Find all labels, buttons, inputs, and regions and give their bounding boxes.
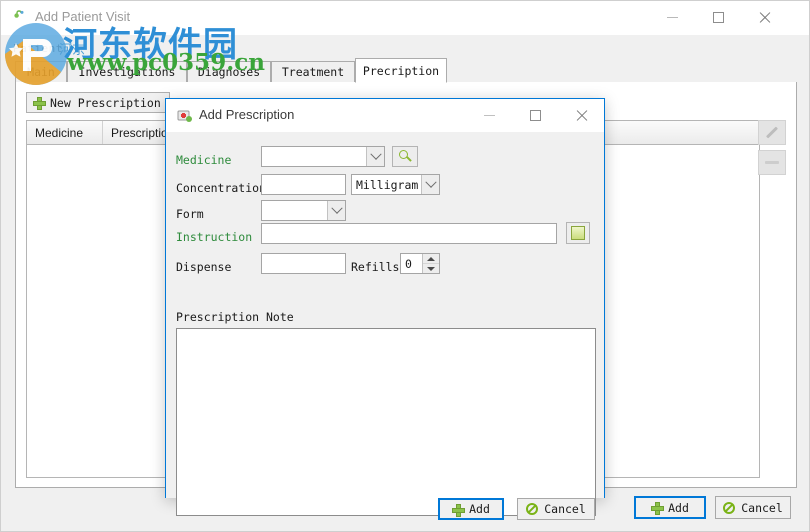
dialog-close-button[interactable] bbox=[558, 99, 604, 131]
chevron-down-icon[interactable] bbox=[421, 175, 439, 194]
tab-diagnoses[interactable]: Diagnoses bbox=[187, 61, 271, 83]
concentration-unit-value: Milligram bbox=[356, 177, 419, 192]
tab-treatment[interactable]: Treatment bbox=[271, 61, 355, 83]
main-window-title: Add Patient Visit bbox=[35, 9, 131, 24]
main-titlebar: Add Patient Visit bbox=[1, 1, 809, 35]
patient-label: Patient bbox=[13, 42, 63, 55]
instruction-label: Instruction bbox=[176, 230, 253, 244]
instruction-note-button[interactable] bbox=[566, 222, 590, 244]
main-cancel-label: Cancel bbox=[741, 500, 783, 515]
tab-main[interactable]: Main bbox=[15, 61, 67, 83]
dialog-add-button[interactable]: Add bbox=[438, 498, 504, 520]
form-combobox[interactable] bbox=[261, 200, 346, 221]
plus-icon bbox=[452, 503, 466, 517]
dialog-body: Medicine Concentration Milligram Form In… bbox=[166, 132, 604, 520]
maximize-button[interactable] bbox=[695, 1, 741, 33]
plus-icon bbox=[651, 502, 665, 515]
dialog-titlebar: Add Prescription bbox=[166, 99, 604, 132]
cancel-icon bbox=[526, 503, 539, 515]
spinner-down-icon[interactable] bbox=[423, 264, 439, 273]
close-icon bbox=[758, 11, 771, 24]
dispense-label: Dispense bbox=[176, 260, 232, 274]
refills-spinner[interactable]: 0 bbox=[400, 253, 440, 274]
new-prescription-label: New Prescription bbox=[50, 95, 161, 110]
dialog-cancel-label: Cancel bbox=[544, 502, 586, 516]
cancel-icon bbox=[723, 501, 736, 514]
minus-icon bbox=[765, 161, 779, 164]
magnifier-icon bbox=[398, 150, 412, 163]
grid-column-medicine[interactable]: Medicine bbox=[27, 121, 103, 144]
dialog-add-label: Add bbox=[469, 502, 490, 516]
form-label: Form bbox=[176, 207, 204, 221]
edit-button[interactable] bbox=[758, 120, 786, 145]
maximize-icon bbox=[712, 11, 724, 23]
dialog-title: Add Prescription bbox=[199, 107, 295, 122]
note-icon bbox=[571, 226, 585, 240]
medical-kit-icon bbox=[177, 108, 193, 124]
prescription-note-label: Prescription Note bbox=[176, 310, 294, 324]
refills-spinner-buttons[interactable] bbox=[422, 254, 439, 273]
dispense-input[interactable] bbox=[261, 253, 346, 274]
pencil-icon bbox=[765, 126, 779, 139]
watermark-short-name: 河东 bbox=[59, 43, 86, 58]
new-prescription-button[interactable]: New Prescription bbox=[26, 92, 170, 113]
close-button[interactable] bbox=[741, 1, 787, 33]
refills-value: 0 bbox=[405, 256, 412, 271]
minimize-icon bbox=[483, 114, 495, 116]
dialog-maximize-button[interactable] bbox=[512, 99, 558, 131]
add-patient-visit-window: Add Patient Visit Patient Main Investiga… bbox=[0, 0, 810, 532]
minimize-button[interactable] bbox=[649, 1, 695, 33]
tabstrip: Main Investigations Diagnoses Treatment … bbox=[15, 58, 797, 83]
dialog-minimize-button[interactable] bbox=[466, 99, 512, 131]
remove-button[interactable] bbox=[758, 150, 786, 175]
concentration-unit-combobox[interactable]: Milligram bbox=[351, 174, 440, 195]
prescription-note-textarea[interactable] bbox=[176, 328, 596, 516]
spinner-up-icon[interactable] bbox=[423, 254, 439, 264]
plus-icon bbox=[33, 97, 46, 110]
chevron-down-icon[interactable] bbox=[327, 201, 345, 220]
main-add-button[interactable]: Add bbox=[634, 496, 706, 519]
minimize-icon bbox=[666, 16, 678, 18]
medicine-search-button[interactable] bbox=[392, 146, 418, 167]
refills-label: Refills bbox=[351, 260, 400, 274]
chevron-down-icon[interactable] bbox=[366, 147, 384, 166]
main-cancel-button[interactable]: Cancel bbox=[715, 496, 791, 519]
concentration-label: Concentration bbox=[176, 181, 267, 195]
close-icon bbox=[575, 109, 588, 122]
maximize-icon bbox=[529, 109, 541, 121]
tab-precription[interactable]: Precription bbox=[355, 58, 447, 83]
dialog-cancel-button[interactable]: Cancel bbox=[517, 498, 595, 520]
medicine-combobox[interactable] bbox=[261, 146, 385, 167]
instruction-input[interactable] bbox=[261, 223, 557, 244]
add-prescription-dialog: Add Prescription Medicine Concentration … bbox=[165, 98, 605, 520]
medicine-label: Medicine bbox=[176, 153, 232, 167]
medical-visit-icon bbox=[13, 10, 29, 26]
tab-investigations[interactable]: Investigations bbox=[67, 61, 187, 83]
concentration-input[interactable] bbox=[261, 174, 346, 195]
main-add-label: Add bbox=[668, 500, 689, 515]
